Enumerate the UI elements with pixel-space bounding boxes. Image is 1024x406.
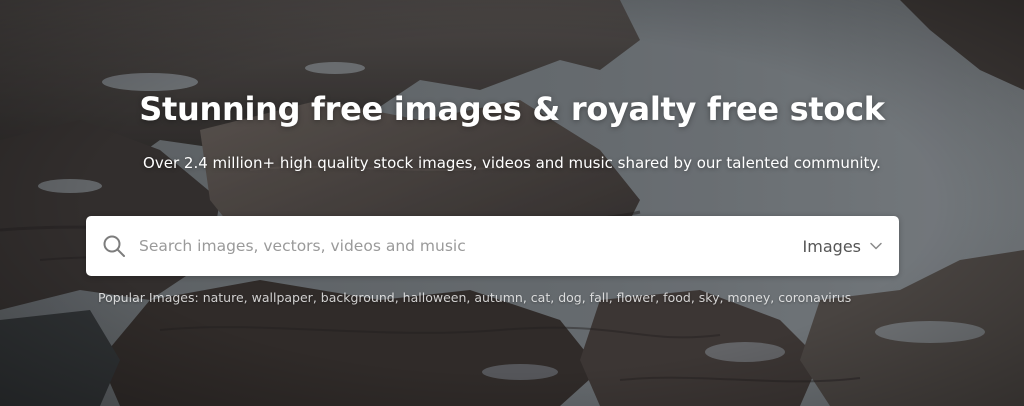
hero-banner: Stunning free images & royalty free stoc… — [0, 0, 1024, 406]
hero-subheadline: Over 2.4 million+ high quality stock ima… — [143, 154, 881, 172]
popular-tag-link[interactable]: money — [727, 290, 770, 305]
popular-tag-link[interactable]: background — [321, 290, 395, 305]
popular-tag-link[interactable]: sky — [699, 290, 720, 305]
hero-headline: Stunning free images & royalty free stoc… — [139, 90, 885, 128]
popular-tag-link[interactable]: food — [663, 290, 691, 305]
popular-tag-link[interactable]: fall — [590, 290, 609, 305]
popular-tag-link[interactable]: flower — [617, 290, 656, 305]
media-type-selected-label: Images — [802, 236, 861, 256]
popular-tag-link[interactable]: wallpaper — [252, 290, 313, 305]
rocky-coast-background-image — [0, 0, 1024, 406]
search-bar[interactable]: Images — [86, 216, 899, 276]
popular-tag-link[interactable]: coronavirus — [778, 290, 851, 305]
popular-label: Popular Images: — [98, 290, 199, 305]
search-icon[interactable] — [101, 233, 127, 259]
popular-searches: Popular Images: nature, wallpaper, backg… — [98, 290, 852, 305]
popular-tag-link[interactable]: autumn — [474, 290, 523, 305]
popular-tag-link[interactable]: cat — [531, 290, 550, 305]
popular-tag-link[interactable]: dog — [558, 290, 582, 305]
popular-tag-link[interactable]: halloween — [403, 290, 467, 305]
popular-tag-link[interactable]: nature — [203, 290, 244, 305]
media-type-dropdown[interactable]: Images — [803, 237, 883, 256]
chevron-down-icon — [870, 242, 882, 250]
search-input[interactable] — [139, 226, 803, 266]
